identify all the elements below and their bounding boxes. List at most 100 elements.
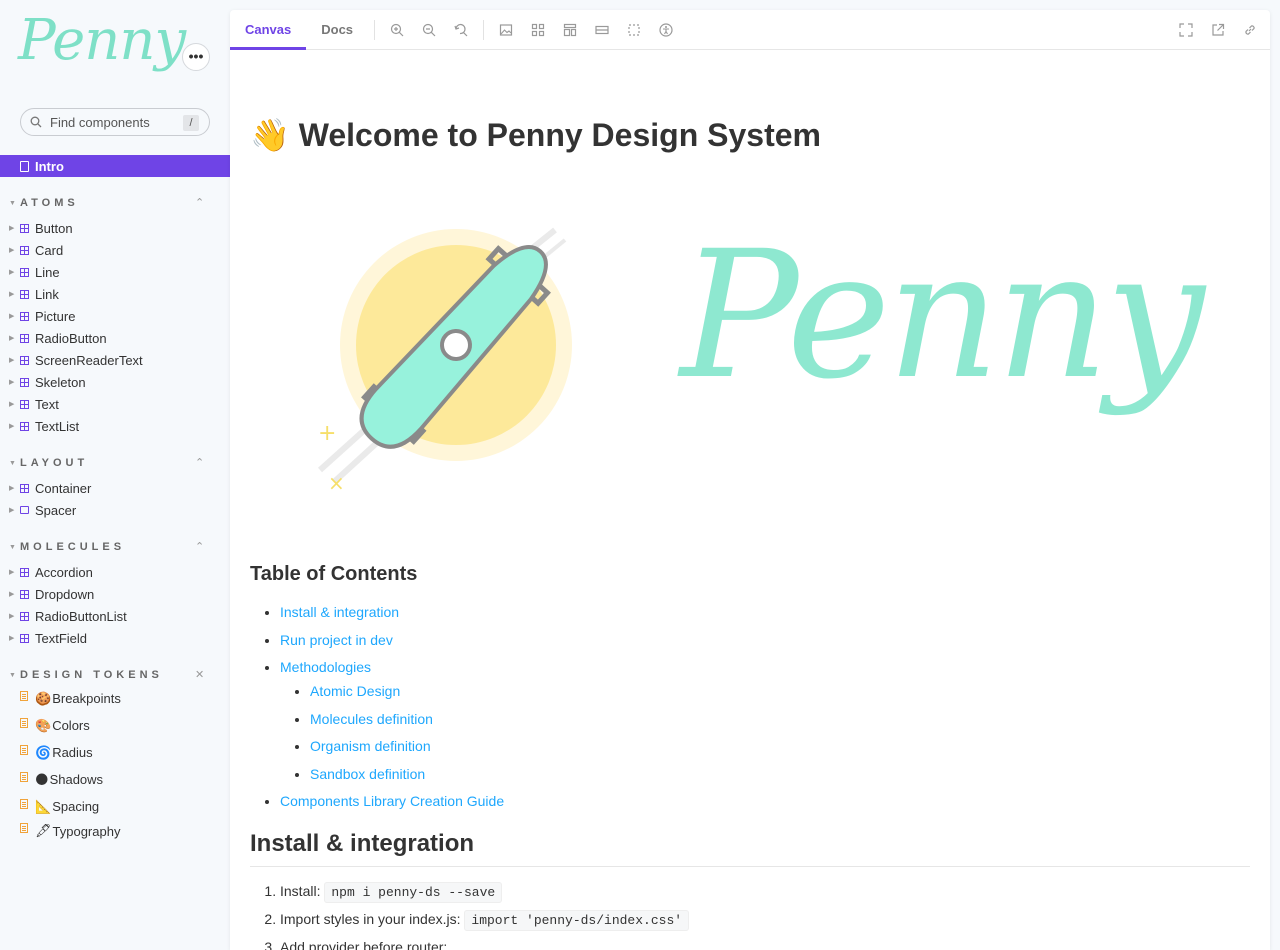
sidebar-item-card[interactable]: ▶ Card [0,239,230,261]
component-icon [20,633,29,643]
sidebar-item-line[interactable]: ▶ Line [0,261,230,283]
sidebar-item-radius[interactable]: 🌀 Radius [0,739,230,766]
collapse-all-icon[interactable]: ✕ [195,667,204,683]
caret-right-icon: ▶ [9,401,15,408]
document-icon [20,717,28,728]
sidebar-menu-button[interactable]: ••• [182,43,210,71]
sidebar-item-container[interactable]: ▶ Container [0,477,230,499]
expand-all-icon[interactable]: ⌃ [195,539,204,555]
caret-right-icon: ▶ [9,613,15,620]
toolbar-divider [483,19,485,40]
tab-canvas[interactable]: Canvas [230,10,307,50]
sidebar-item-textlist[interactable]: ▶ TextList [0,415,230,437]
sidebar-section-atoms: ▼ ATOMS ⌃ ▶ Button ▶ Card ▶ Line ▶ Link ▶ Pic… [0,195,230,437]
sidebar-item-dropdown[interactable]: ▶ Dropdown [0,583,230,605]
expand-all-icon[interactable]: ⌃ [195,195,204,211]
caret-right-icon: ▶ [9,635,15,642]
sidebar-item-text[interactable]: ▶ Text [0,393,230,415]
sidebar-item-breakpoints[interactable]: 🍪 Breakpoints [0,685,230,712]
component-icon [20,311,29,321]
zoom-out-icon[interactable] [413,10,445,50]
component-icon [20,399,29,409]
caret-right-icon: ▶ [9,379,15,386]
toc-link-atomic-design[interactable]: Atomic Design [310,683,400,699]
caret-right-icon: ▶ [9,423,15,430]
toc-link-organism[interactable]: Organism definition [310,738,431,754]
section-header[interactable]: ▼ MOLECULES ⌃ [0,539,230,555]
search-box[interactable]: / [20,108,210,136]
search-icon [30,116,42,128]
section-title: DESIGN TOKENS [20,669,163,681]
sidebar-item-link[interactable]: ▶ Link [0,283,230,305]
section-header[interactable]: ▼ LAYOUT ⌃ [0,455,230,471]
sidebar-item-spacing[interactable]: 📐 Spacing [0,793,230,820]
sidebar-item-accordion[interactable]: ▶ Accordion [0,561,230,583]
expand-all-icon[interactable]: ⌃ [195,455,204,471]
sidebar-item-label: Text [35,396,59,412]
sidebar-item-screenreadertext[interactable]: ▶ ScreenReaderText [0,349,230,371]
penny-wordmark: Penny [680,213,1205,418]
toc-link-install[interactable]: Install & integration [280,604,399,620]
tab-docs[interactable]: Docs [306,10,368,50]
sidebar: Penny ••• / Intro ▼ ATOMS ⌃ ▶ Button ▶ Car… [0,0,230,950]
section-header[interactable]: ▼ DESIGN TOKENS ✕ [0,667,230,683]
sidebar-item-label: Radius [52,745,93,760]
section-title: MOLECULES [20,541,126,553]
copy-link-icon[interactable] [1234,10,1266,50]
waving-hand-icon: 👋 [250,117,290,153]
component-icon [20,333,29,343]
background-icon[interactable] [490,10,522,50]
document-icon [20,744,28,755]
search-input[interactable] [50,114,178,130]
toc-link-methodologies[interactable]: Methodologies [280,659,371,675]
sidebar-item-button[interactable]: ▶ Button [0,217,230,239]
sidebar-item-label: Link [35,286,59,302]
toc-item: Atomic Design [310,681,504,709]
sidebar-item-textfield[interactable]: ▶ TextField [0,627,230,649]
document-icon [20,771,28,782]
caret-right-icon: ▶ [9,225,15,232]
sidebar-section-molecules: ▼ MOLECULES ⌃ ▶ Accordion ▶ Dropdown ▶ Radi… [0,539,230,649]
folder-icon [20,506,29,514]
fullscreen-icon[interactable] [1170,10,1202,50]
toc-link-run-dev[interactable]: Run project in dev [280,632,393,648]
sidebar-item-radiobutton[interactable]: ▶ RadioButton [0,327,230,349]
document-icon [20,798,28,809]
section-title: LAYOUT [20,457,89,469]
sidebar-item-spacer[interactable]: ▶ Spacer [0,499,230,521]
grid-icon[interactable] [522,10,554,50]
accessibility-icon[interactable] [650,10,682,50]
toc-item: Components Library Creation Guide [280,791,504,819]
viewport-icon[interactable] [554,10,586,50]
preview-panel: Canvas Docs 👋 Welcome to Penny Design Sy… [230,10,1270,950]
sidebar-item-radiobuttonlist[interactable]: ▶ RadioButtonList [0,605,230,627]
palette-icon: 🎨 [35,717,52,733]
toc-item: Install & integration [280,602,504,630]
open-new-tab-icon[interactable] [1202,10,1234,50]
sidebar-item-label: TextList [35,418,80,434]
sidebar-item-label: Breakpoints [52,691,121,706]
zoom-reset-icon[interactable] [445,10,477,50]
sidebar-item-typography[interactable]: 🖋 Typography [0,820,230,842]
sidebar-item-label: Button [35,220,73,236]
measure-icon[interactable] [586,10,618,50]
cookie-icon: 🍪 [35,690,52,706]
step-code: import 'penny-ds/index.css' [464,910,690,931]
zoom-in-icon[interactable] [381,10,413,50]
sidebar-item-intro[interactable]: Intro [0,155,230,177]
new-moon-icon: 🌑 [35,771,49,787]
toc-link-library-guide[interactable]: Components Library Creation Guide [280,793,504,809]
sidebar-item-label: Container [35,480,92,496]
sidebar-item-skeleton[interactable]: ▶ Skeleton [0,371,230,393]
document-icon [20,823,28,833]
penny-logo[interactable]: Penny [18,8,186,73]
sidebar-item-picture[interactable]: ▶ Picture [0,305,230,327]
toc-link-molecules[interactable]: Molecules definition [310,711,433,727]
sidebar-item-shadows[interactable]: 🌑 Shadows [0,766,230,793]
caret-down-icon: ▼ [9,671,16,679]
install-step: Install: npm i penny-ds --save [280,880,689,908]
toc-link-sandbox[interactable]: Sandbox definition [310,766,425,782]
sidebar-item-colors[interactable]: 🎨 Colors [0,712,230,739]
section-header[interactable]: ▼ ATOMS ⌃ [0,195,230,211]
outline-icon[interactable] [618,10,650,50]
